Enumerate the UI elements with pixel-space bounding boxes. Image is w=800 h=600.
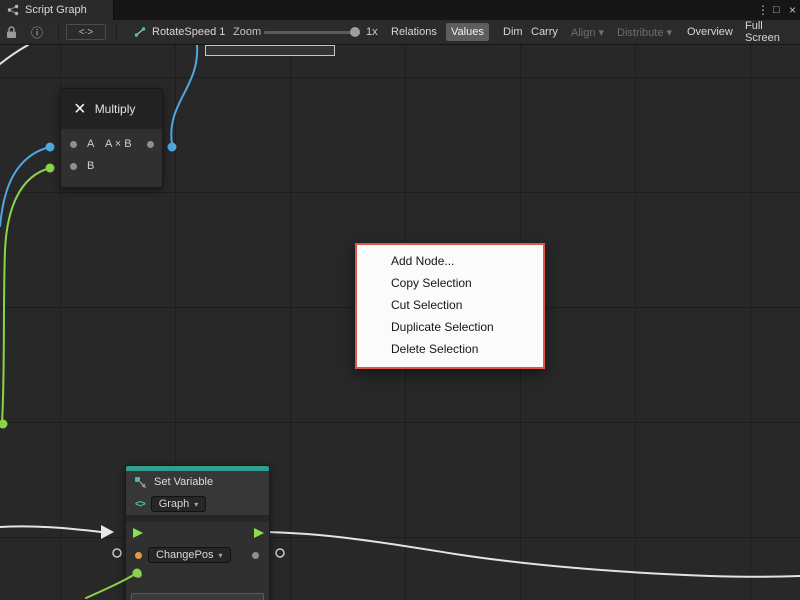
zoom-slider[interactable] xyxy=(264,31,360,34)
multiply-icon: × xyxy=(74,99,86,119)
wire-green-endpoint xyxy=(0,420,8,429)
port-ring-left xyxy=(113,549,121,557)
align-dropdown-button[interactable]: Align ▾ xyxy=(566,23,609,41)
flow-arrowhead xyxy=(101,525,114,539)
flow-input-port[interactable] xyxy=(133,528,143,538)
value-port-row xyxy=(126,566,269,584)
scope-dropdown-label: Graph xyxy=(159,498,190,510)
set-variable-icon xyxy=(134,476,147,489)
context-menu: Add Node... Copy Selection Cut Selection… xyxy=(355,243,545,369)
input-port-a[interactable] xyxy=(70,141,77,148)
multiply-node-header[interactable]: × Multiply xyxy=(61,89,162,129)
graph-asset-name: RotateSpeed 1 xyxy=(152,26,225,38)
value-output-port[interactable] xyxy=(252,552,259,559)
carry-button[interactable]: Carry xyxy=(526,23,563,41)
context-menu-item-cut-selection[interactable]: Cut Selection xyxy=(357,294,543,316)
port-row: A A × B xyxy=(61,134,162,156)
window-titlebar: Script Graph ⋮ □ × xyxy=(0,0,800,20)
graph-asset-icon xyxy=(134,26,146,38)
tab-title: Script Graph xyxy=(25,4,87,16)
fullscreen-button[interactable]: Full Screen xyxy=(740,23,800,41)
variable-input-port[interactable] xyxy=(135,552,142,559)
variable-dropdown-label: ChangePos xyxy=(156,549,214,561)
zoom-label: Zoom xyxy=(233,20,261,44)
chevron-down-icon: ▾ xyxy=(219,551,223,560)
graph-asset-breadcrumb[interactable]: RotateSpeed 1 xyxy=(134,20,225,44)
variable-dropdown[interactable]: ChangePos ▾ xyxy=(148,547,231,563)
set-variable-title: Set Variable xyxy=(154,476,213,488)
wire-blue-endpoint xyxy=(46,143,55,152)
relations-button[interactable]: Relations xyxy=(386,23,442,41)
info-icon[interactable]: ⓘ xyxy=(31,20,43,44)
port-label-output: A × B xyxy=(105,138,132,150)
port-row: B xyxy=(61,156,162,178)
wire-blue-endpoint xyxy=(168,143,177,152)
window-maximize-icon[interactable]: □ xyxy=(773,2,780,18)
code-view-button[interactable]: <∙> xyxy=(66,24,106,40)
tab-script-graph[interactable]: Script Graph xyxy=(0,0,114,20)
dim-button[interactable]: Dim xyxy=(498,23,528,41)
multiply-node-title: Multiply xyxy=(95,102,136,116)
wire-green-endpoint xyxy=(46,164,55,173)
node-divider xyxy=(126,515,269,522)
variable-port-row: ChangePos ▾ xyxy=(126,544,269,566)
set-variable-header[interactable]: Set Variable xyxy=(126,471,269,493)
context-menu-item-copy-selection[interactable]: Copy Selection xyxy=(357,272,543,294)
value-input-port[interactable] xyxy=(135,571,142,578)
values-button[interactable]: Values xyxy=(446,23,489,41)
distribute-dropdown-button[interactable]: Distribute ▾ xyxy=(612,23,677,41)
toolbar-separator xyxy=(116,25,117,39)
scope-row: <> Graph ▾ xyxy=(126,493,269,515)
scope-dropdown[interactable]: Graph ▾ xyxy=(151,496,207,512)
port-ring-right xyxy=(276,549,284,557)
lock-icon[interactable] xyxy=(6,20,17,44)
zoom-value: 1x xyxy=(366,20,378,44)
multiply-node[interactable]: × Multiply A A × B B xyxy=(60,88,163,188)
wire-blue-top xyxy=(171,45,197,144)
output-port[interactable] xyxy=(147,141,154,148)
graph-toolbar: ⓘ <∙> RotateSpeed 1 Zoom 1x Relations Va… xyxy=(0,20,800,45)
multiply-node-body: A A × B B xyxy=(61,129,162,187)
input-port-b[interactable] xyxy=(70,163,77,170)
script-graph-icon xyxy=(7,4,19,16)
wire-blue-left xyxy=(0,147,50,226)
context-menu-item-duplicate-selection[interactable]: Duplicate Selection xyxy=(357,316,543,338)
window-menu-icon[interactable]: ⋮ xyxy=(757,2,769,18)
context-menu-item-add-node[interactable]: Add Node... xyxy=(357,250,543,272)
flow-port-row xyxy=(126,522,269,544)
value-field[interactable] xyxy=(131,593,264,600)
window-close-icon[interactable]: × xyxy=(789,2,796,18)
clipped-node xyxy=(205,45,335,56)
set-variable-node[interactable]: Set Variable <> Graph ▾ ChangePos ▾ xyxy=(125,465,270,600)
port-label-b: B xyxy=(87,160,94,172)
wire-green-left xyxy=(2,168,50,423)
overview-button[interactable]: Overview xyxy=(682,23,738,41)
type-icon: <> xyxy=(135,499,145,510)
context-menu-item-delete-selection[interactable]: Delete Selection xyxy=(357,338,543,360)
wire-white-topleft xyxy=(0,45,28,64)
port-label-a: A xyxy=(87,138,94,150)
chevron-down-icon: ▾ xyxy=(194,500,198,509)
wire-white-flow-in xyxy=(0,526,101,532)
toolbar-separator xyxy=(58,25,59,39)
graph-canvas[interactable]: × Multiply A A × B B Set Variable xyxy=(0,45,800,600)
flow-output-port[interactable] xyxy=(254,528,264,538)
wire-white-flow-out xyxy=(263,532,800,577)
zoom-slider-knob[interactable] xyxy=(350,27,360,37)
